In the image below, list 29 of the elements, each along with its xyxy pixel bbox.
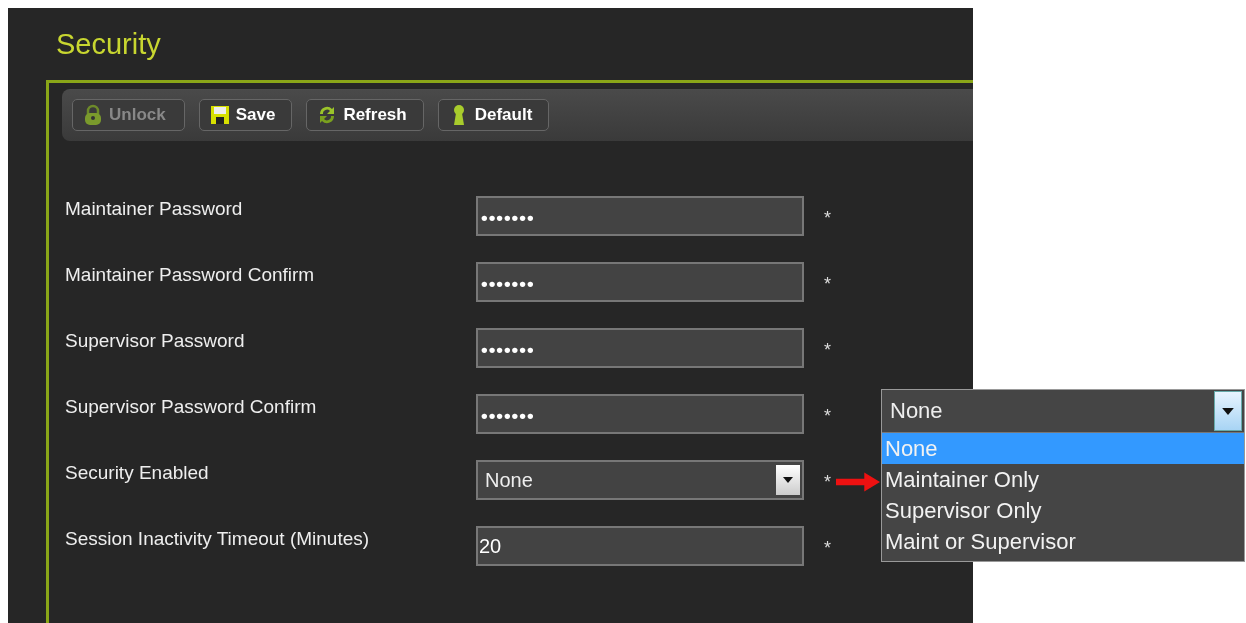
toolbar-button[interactable]: Refresh: [306, 99, 424, 131]
input-field[interactable]: 20: [476, 526, 804, 566]
toolbar-button[interactable]: Save: [198, 99, 293, 131]
field-label: Maintainer Password Confirm: [64, 263, 316, 286]
password-field[interactable]: •••••••: [476, 262, 804, 302]
field-label: Maintainer Password: [64, 197, 244, 220]
password-field[interactable]: •••••••: [476, 328, 804, 368]
dropdown-caret-icon: [776, 465, 800, 495]
required-mark: *: [824, 405, 831, 427]
password-field[interactable]: •••••••: [476, 196, 804, 236]
required-mark: *: [824, 207, 831, 229]
required-mark: *: [824, 339, 831, 361]
required-mark: *: [824, 537, 831, 559]
dropdown-field[interactable]: None: [476, 460, 804, 500]
toolbar-button[interactable]: Default: [437, 99, 550, 131]
field-label: Session Inactivity Timeout (Minutes): [64, 527, 371, 550]
field-label: Supervisor Password: [64, 329, 246, 352]
pointer-arrow-icon: [836, 470, 880, 494]
required-mark: *: [824, 273, 831, 295]
dropdown-option[interactable]: Maintainer Only: [882, 464, 1244, 495]
field-label: Security Enabled: [64, 461, 210, 484]
password-field[interactable]: •••••••: [476, 394, 804, 434]
required-mark: *: [824, 471, 831, 493]
dropdown-option[interactable]: Maint or Supervisor: [882, 526, 1244, 557]
field-label: Supervisor Password Confirm: [64, 395, 318, 418]
dropdown-caret-icon: [1214, 391, 1242, 431]
dropdown-option[interactable]: Supervisor Only: [882, 495, 1244, 526]
page-title: Security: [56, 28, 162, 62]
padlock-icon: [83, 104, 103, 126]
